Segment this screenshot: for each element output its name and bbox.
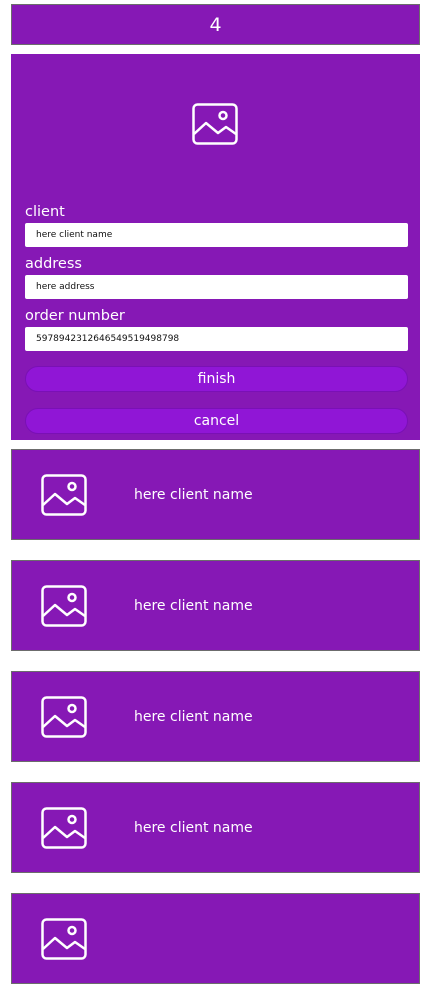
client-list-item[interactable]: here client name xyxy=(11,560,420,651)
order-form: client address order number finish cance… xyxy=(11,54,420,440)
finish-button-label: finish xyxy=(197,371,236,387)
client-list-item[interactable] xyxy=(11,893,420,984)
client-name: here client name xyxy=(134,598,253,614)
image-icon xyxy=(41,807,87,849)
image-icon xyxy=(41,474,87,516)
cancel-button[interactable]: cancel xyxy=(25,408,408,434)
client-name: here client name xyxy=(134,487,253,503)
finish-button[interactable]: finish xyxy=(25,366,408,392)
address-label: address xyxy=(25,256,82,272)
client-name: here client name xyxy=(134,820,253,836)
order-number-label: order number xyxy=(25,308,125,324)
client-list-item[interactable]: here client name xyxy=(11,671,420,762)
image-icon xyxy=(41,918,87,960)
cancel-button-label: cancel xyxy=(193,413,240,429)
count-header: 4 xyxy=(11,4,420,45)
order-number-input[interactable] xyxy=(25,327,408,351)
client-label: client xyxy=(25,204,65,220)
client-input[interactable] xyxy=(25,223,408,247)
image-icon xyxy=(41,696,87,738)
address-input[interactable] xyxy=(25,275,408,299)
count-value: 4 xyxy=(209,13,222,36)
client-name: here client name xyxy=(134,709,253,725)
image-icon[interactable] xyxy=(192,103,238,145)
image-icon xyxy=(41,585,87,627)
client-list-item[interactable]: here client name xyxy=(11,449,420,540)
client-list-item[interactable]: here client name xyxy=(11,782,420,873)
